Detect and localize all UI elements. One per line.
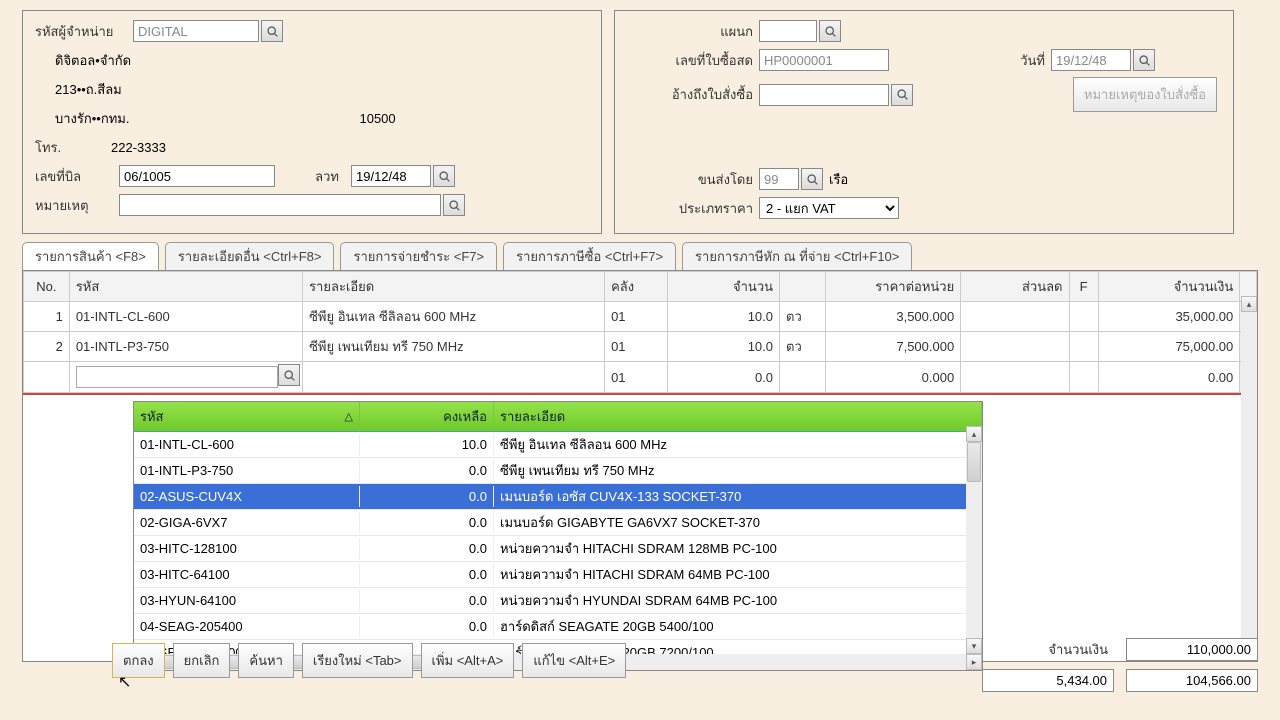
po-ref-input[interactable]: [759, 84, 889, 106]
po-ref-lookup-btn[interactable]: [891, 84, 913, 106]
table-row[interactable]: 101-INTL-CL-600ซีพียู อินเทล ซีลิลอน 600…: [24, 302, 1257, 332]
grid-input-row[interactable]: 010.00.0000.00: [24, 362, 1257, 393]
ship-code-input[interactable]: [759, 168, 799, 190]
cancel-button[interactable]: ยกเลิก: [173, 643, 231, 678]
total-amount-value: 110,000.00: [1126, 638, 1258, 661]
vendor-code-input[interactable]: [133, 20, 259, 42]
tab-payments[interactable]: รายการจ่ายชำระ <F7>: [340, 242, 497, 270]
tab-strip: รายการสินค้า <F8> รายละเอียดอื่น <Ctrl+F…: [0, 242, 1280, 270]
items-grid: No. รหัส รายละเอียด คลัง จำนวน ราคาต่อหน…: [22, 270, 1258, 662]
doc-date-lookup-btn[interactable]: [1133, 49, 1155, 71]
lookup-header: รหัส△ คงเหลือ รายละเอียด: [134, 402, 982, 432]
bill-date-label: ลวท: [299, 166, 339, 187]
add-button[interactable]: เพิ่ม <Alt+A>: [421, 643, 515, 678]
lookup-row[interactable]: 03-HYUN-641000.0หน่วยความจำ HYUNDAI SDRA…: [134, 588, 982, 614]
lookup-button-bar: ตกลง ยกเลิก ค้นหา เรียงใหม่ <Tab> เพิ่ม …: [112, 643, 626, 678]
bill-no-label: เลขที่บิล: [35, 166, 113, 187]
phone-value: 222-3333: [111, 140, 166, 155]
po-remark-button[interactable]: หมายเหตุของใบสั่งซื้อ: [1073, 77, 1217, 112]
vendor-postcode: 10500: [359, 111, 395, 126]
col-desc[interactable]: รายละเอียด: [303, 272, 605, 302]
grid-vscroll[interactable]: ▴ ▾: [1241, 296, 1257, 661]
sort-asc-icon: △: [345, 410, 353, 423]
phone-label: โทร.: [35, 137, 105, 158]
rcv-no-input[interactable]: [759, 49, 889, 71]
ship-lookup-btn[interactable]: [801, 168, 823, 190]
doc-date-input[interactable]: [1051, 49, 1131, 71]
vendor-lookup-btn[interactable]: [261, 20, 283, 42]
item-lookup-popover: รหัส△ คงเหลือ รายละเอียด 01-INTL-CL-6001…: [133, 401, 983, 671]
col-no[interactable]: No.: [24, 272, 70, 302]
vendor-panel: รหัสผู้จำหน่าย ดิจิตอล•จำกัด 213••ถ.สีลม…: [22, 10, 602, 234]
lookup-row[interactable]: 01-INTL-CL-60010.0ซีพียู อินเทล ซีลิลอน …: [134, 432, 982, 458]
col-code[interactable]: รหัส: [69, 272, 302, 302]
remark-lookup-btn[interactable]: [443, 194, 465, 216]
tab-items[interactable]: รายการสินค้า <F8>: [22, 242, 159, 270]
dept-input[interactable]: [759, 20, 817, 42]
table-row[interactable]: 201-INTL-P3-750ซีพียู เพนเทียม ทรี 750 M…: [24, 332, 1257, 362]
search-button[interactable]: ค้นหา: [238, 643, 293, 678]
lookup-row[interactable]: 01-INTL-P3-7500.0ซีพียู เพนเทียม ทรี 750…: [134, 458, 982, 484]
bill-no-input[interactable]: [119, 165, 275, 187]
lookup-row[interactable]: 04-SEAG-2054000.0ฮาร์ดดิสก์ SEAGATE 20GB…: [134, 614, 982, 640]
dept-label: แผนก: [627, 21, 753, 42]
lookup-col-code[interactable]: รหัส△: [134, 402, 360, 431]
scroll-thumb[interactable]: [967, 442, 981, 482]
col-price[interactable]: ราคาต่อหน่วย: [825, 272, 960, 302]
edit-button[interactable]: แก้ไข <Alt+E>: [522, 643, 626, 678]
hscroll-right-icon[interactable]: ▸: [966, 654, 982, 670]
total-sub1-value: 5,434.00: [982, 669, 1114, 692]
vendor-addr2: บางรัก••กทม.: [55, 108, 129, 129]
col-unit[interactable]: [780, 272, 826, 302]
col-qty[interactable]: จำนวน: [667, 272, 779, 302]
dept-lookup-btn[interactable]: [819, 20, 841, 42]
item-code-lookup-btn[interactable]: [278, 364, 300, 386]
remark-label: หมายเหตุ: [35, 195, 113, 216]
rcv-no-label: เลขที่ใบซื้อสด: [627, 50, 753, 71]
lookup-col-qty[interactable]: คงเหลือ: [360, 402, 494, 431]
vendor-addr1: 213••ถ.สีลม: [55, 79, 122, 100]
col-disc[interactable]: ส่วนลด: [961, 272, 1069, 302]
tab-purchase-tax[interactable]: รายการภาษีซื้อ <Ctrl+F7>: [503, 242, 676, 270]
remark-input[interactable]: [119, 194, 441, 216]
totals-area: จำนวนเงิน 110,000.00 5,434.00 104,566.00: [982, 638, 1258, 692]
col-f[interactable]: F: [1069, 272, 1098, 302]
grid-scroll-up-icon[interactable]: ▴: [1241, 296, 1257, 312]
scroll-up-icon[interactable]: ▴: [966, 426, 982, 442]
lookup-row[interactable]: 02-ASUS-CUV4X0.0เมนบอร์ด เอซัส CUV4X-133…: [134, 484, 982, 510]
tab-withholding[interactable]: รายการภาษีหัก ณ ที่จ่าย <Ctrl+F10>: [682, 242, 912, 270]
lookup-col-desc[interactable]: รายละเอียด: [494, 402, 982, 431]
scroll-down-icon[interactable]: ▾: [966, 638, 982, 654]
doc-panel: แผนก เลขที่ใบซื้อสด วันที่ อ้างถึงใบสั่ง…: [614, 10, 1234, 234]
lookup-row[interactable]: 03-HITC-1281000.0หน่วยความจำ HITACHI SDR…: [134, 536, 982, 562]
vendor-name: ดิจิตอล•จำกัด: [55, 50, 131, 71]
lookup-row[interactable]: 02-GIGA-6VX70.0เมนบอร์ด GIGABYTE GA6VX7 …: [134, 510, 982, 536]
ship-by-label: ขนส่งโดย: [627, 169, 753, 190]
lookup-vscroll[interactable]: ▴ ▾: [966, 426, 982, 654]
lookup-row[interactable]: 03-HITC-641000.0หน่วยความจำ HITACHI SDRA…: [134, 562, 982, 588]
bill-date-input[interactable]: [351, 165, 431, 187]
resort-button[interactable]: เรียงใหม่ <Tab>: [302, 643, 413, 678]
total-sub2-value: 104,566.00: [1126, 669, 1258, 692]
vendor-code-label: รหัสผู้จำหน่าย: [35, 21, 127, 42]
bill-date-lookup-btn[interactable]: [433, 165, 455, 187]
item-code-input[interactable]: [76, 366, 278, 388]
doc-date-label: วันที่: [949, 50, 1045, 71]
grid-separator: [23, 393, 1257, 395]
po-ref-label: อ้างถึงใบสั่งซื้อ: [627, 84, 753, 105]
total-amount-label: จำนวนเงิน: [1048, 639, 1108, 660]
ok-button[interactable]: ตกลง: [112, 643, 165, 678]
price-type-label: ประเภทราคา: [627, 198, 753, 219]
col-amt[interactable]: จำนวนเงิน: [1098, 272, 1240, 302]
price-type-select[interactable]: 2 - แยก VAT: [759, 197, 899, 219]
col-wh[interactable]: คลัง: [605, 272, 667, 302]
ship-text: เรือ: [829, 169, 848, 190]
tab-other-details[interactable]: รายละเอียดอื่น <Ctrl+F8>: [165, 242, 335, 270]
